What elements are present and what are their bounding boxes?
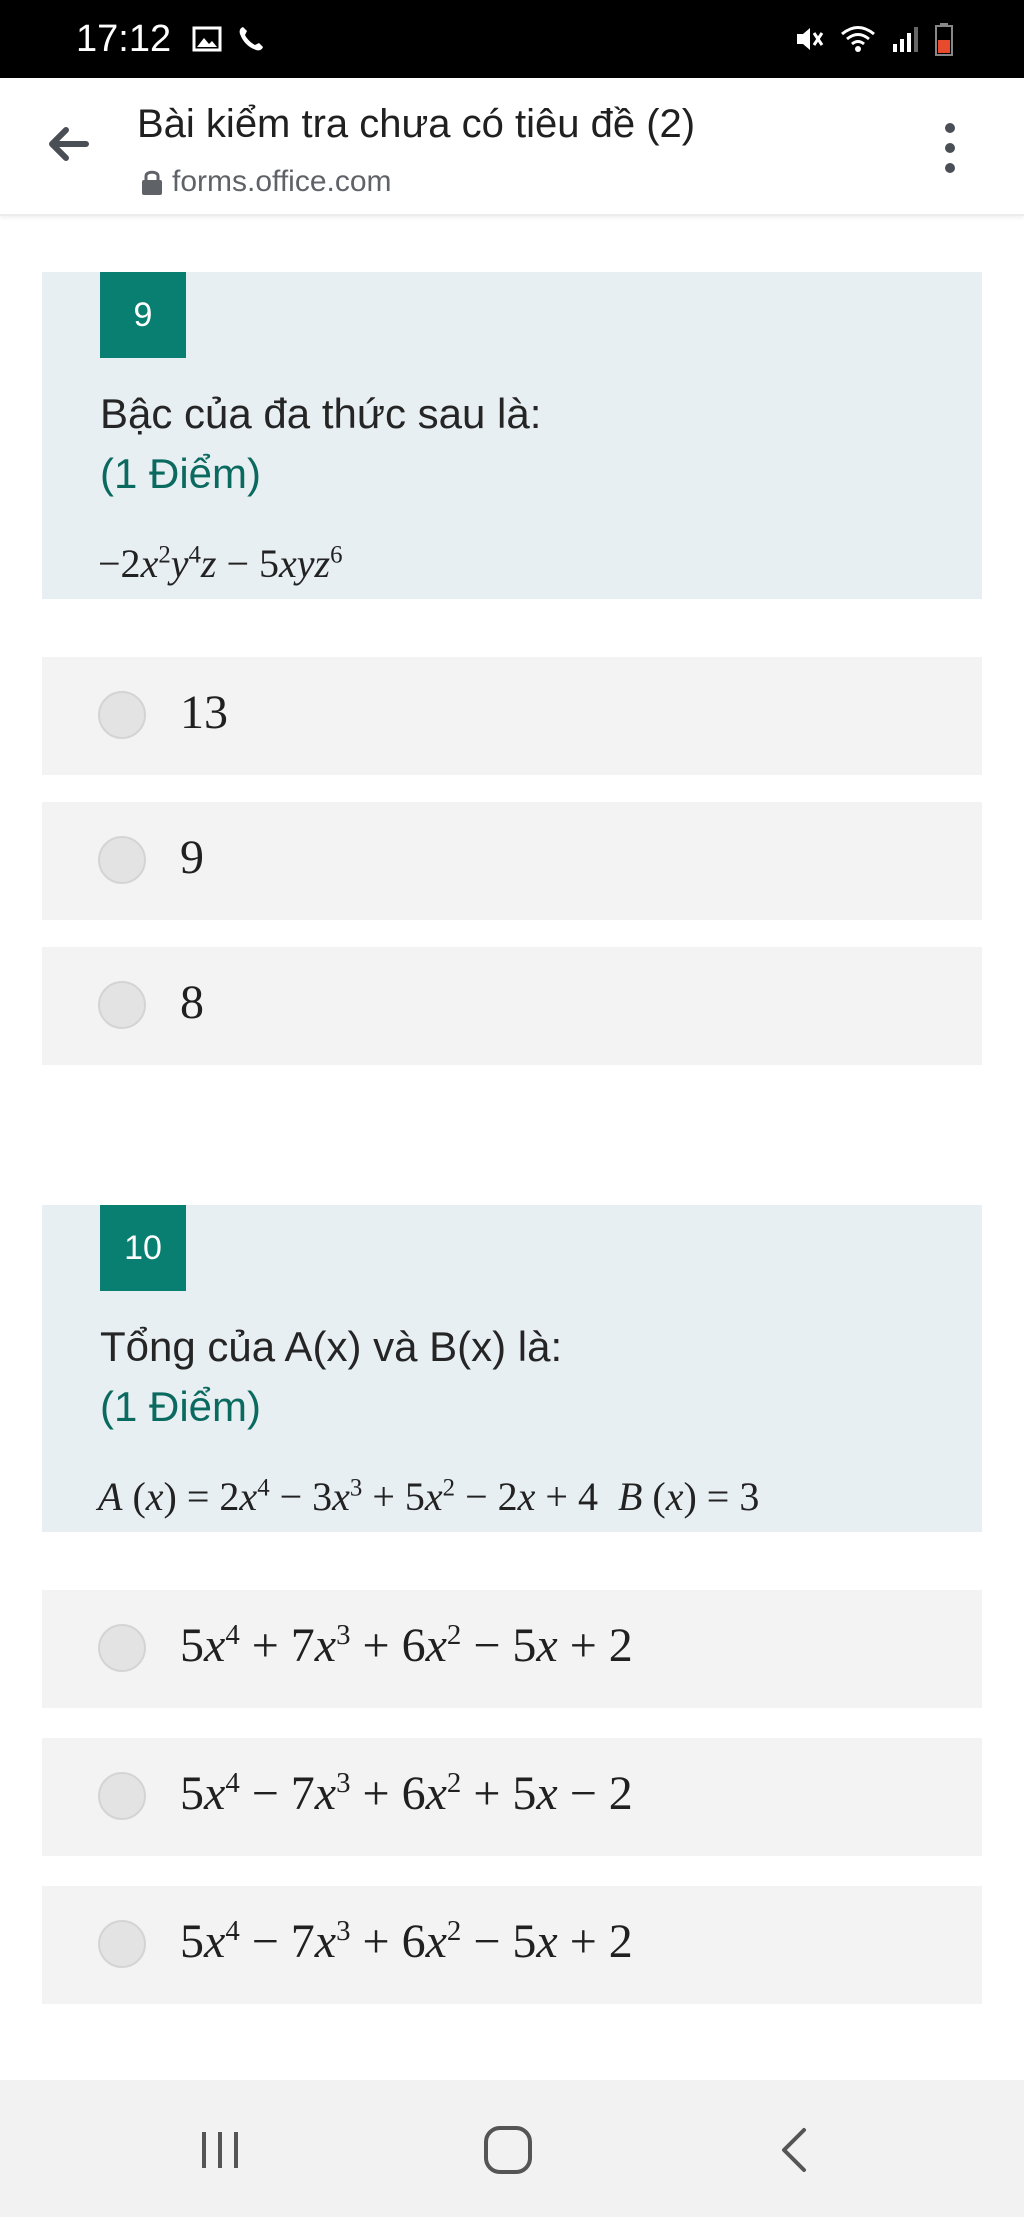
page-title: Bài kiểm tra chưa có tiêu đề (2) [137, 102, 696, 146]
navigation-bar [0, 2080, 1024, 2217]
option-label: 8 [180, 976, 204, 1029]
question-formula: −2x2y4z − 5xyz6 [98, 541, 343, 586]
question-points: (1 Điểm) [100, 450, 262, 497]
phone-icon [239, 27, 263, 51]
answer-option[interactable]: 9 [42, 802, 982, 920]
signal-icon [893, 27, 918, 52]
option-label: 5x4 − 7x3 + 6x2 + 5x − 2 [180, 1767, 633, 1820]
url-row[interactable]: forms.office.com [140, 162, 392, 202]
question-number: 10 [100, 1205, 186, 1291]
answer-option[interactable]: 5x4 − 7x3 + 6x2 + 5x − 2 [42, 1738, 982, 1856]
question-title: Tổng của A(x) và B(x) là: [100, 1323, 563, 1370]
radio-button[interactable] [98, 691, 146, 739]
option-label: 5x4 − 7x3 + 6x2 − 5x + 2 [180, 1915, 633, 1968]
wifi-icon [841, 26, 875, 52]
question-points: (1 Điểm) [100, 1383, 262, 1430]
option-label: 5x4 + 7x3 + 6x2 − 5x + 2 [180, 1619, 633, 1672]
radio-button[interactable] [98, 836, 146, 884]
status-time: 17:12 [76, 18, 172, 60]
radio-button[interactable] [98, 1920, 146, 1968]
question-title: Bậc của đa thức sau là: [100, 390, 542, 437]
back-arrow-icon[interactable] [40, 116, 96, 172]
answer-option[interactable]: 5x4 − 7x3 + 6x2 − 5x + 2 [42, 1886, 982, 2004]
lock-icon [142, 170, 162, 195]
option-label: 9 [180, 831, 204, 884]
option-label: 13 [180, 686, 228, 739]
more-vert-icon[interactable] [940, 120, 960, 176]
question-formula: A (x) = 2x4 − 3x3 + 5x2 − 2x + 4 B (x) =… [98, 1474, 760, 1519]
image-icon [192, 26, 222, 52]
status-icons-left [192, 20, 266, 58]
status-icons-right [794, 20, 954, 58]
url-text: forms.office.com [172, 165, 392, 198]
radio-button[interactable] [98, 981, 146, 1029]
answer-option[interactable]: 8 [42, 947, 982, 1065]
back-icon[interactable] [766, 2120, 826, 2180]
question-header-10: 10 Tổng của A(x) và B(x) là: (1 Điểm) A … [42, 1205, 982, 1532]
radio-button[interactable] [98, 1624, 146, 1672]
question-header-9: 9 Bậc của đa thức sau là: (1 Điểm) −2x2y… [42, 272, 982, 599]
mute-icon [797, 28, 824, 50]
home-icon[interactable] [478, 2120, 538, 2180]
radio-button[interactable] [98, 1772, 146, 1820]
question-number: 9 [100, 272, 186, 358]
battery-icon [935, 23, 953, 56]
answer-option[interactable]: 5x4 + 7x3 + 6x2 − 5x + 2 [42, 1590, 982, 1708]
browser-header: Bài kiểm tra chưa có tiêu đề (2) forms.o… [0, 78, 1024, 216]
answer-option[interactable]: 13 [42, 657, 982, 775]
recent-apps-icon[interactable] [190, 2120, 250, 2180]
status-bar: 17:12 [0, 0, 1024, 78]
